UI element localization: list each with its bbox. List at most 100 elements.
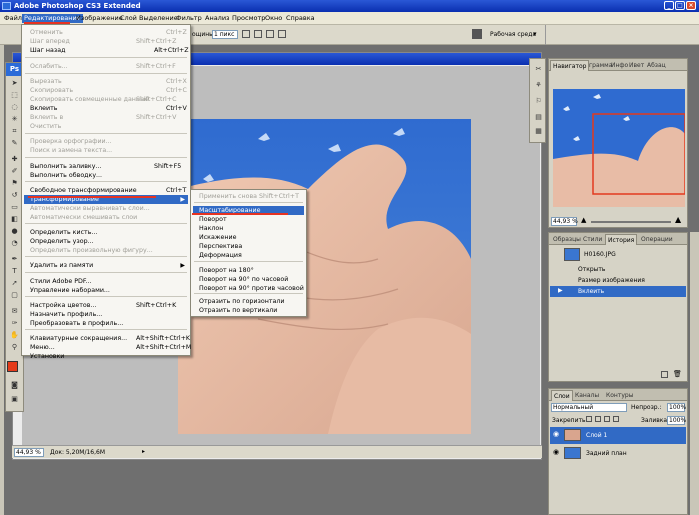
brush-size-field[interactable]: 1 пикс bbox=[212, 30, 238, 39]
lock-transparency-icon[interactable] bbox=[586, 416, 592, 422]
edit-menu-item[interactable]: Настройка цветов... Shift+Ctrl+K bbox=[24, 301, 188, 310]
eye-icon[interactable]: ◉ bbox=[553, 449, 560, 456]
edit-menu-item[interactable]: Назначить профиль... bbox=[24, 310, 188, 319]
notes-tool-icon[interactable]: ✉ bbox=[9, 307, 20, 316]
transform-menu-item[interactable]: Отразить по вертикали bbox=[193, 306, 304, 315]
lock-pixels-icon[interactable] bbox=[595, 416, 601, 422]
edit-menu-item[interactable]: Удалить из памяти ▶ bbox=[24, 261, 188, 270]
tab-layers[interactable]: Слои bbox=[551, 390, 573, 401]
menu-file[interactable]: Файл bbox=[2, 14, 24, 23]
distribute-icon[interactable] bbox=[278, 30, 286, 38]
tab-channels[interactable]: Каналы bbox=[573, 390, 601, 401]
pen-tool-icon[interactable]: ✒ bbox=[9, 255, 20, 264]
dodge-tool-icon[interactable]: ◔ bbox=[9, 239, 20, 248]
path-selection-tool-icon[interactable]: ➚ bbox=[9, 279, 20, 288]
tab-styles[interactable]: Стили bbox=[581, 234, 604, 245]
eraser-tool-icon[interactable]: ▭ bbox=[9, 203, 20, 212]
edit-menu-item[interactable]: Определить кисть... bbox=[24, 228, 188, 237]
navigator-preview[interactable] bbox=[553, 89, 685, 207]
menu-help[interactable]: Справка bbox=[284, 14, 317, 23]
panel-scrollbar[interactable] bbox=[690, 232, 699, 515]
edit-menu-item[interactable]: Определить узор... bbox=[24, 237, 188, 246]
transform-menu-item[interactable]: Поворот bbox=[193, 215, 304, 224]
workspace-icon[interactable] bbox=[472, 29, 482, 39]
edit-menu-item[interactable]: Меню... Alt+Shift+Ctrl+M bbox=[24, 343, 191, 352]
actions-panel-icon[interactable]: ▦ bbox=[533, 127, 544, 136]
zoom-field[interactable]: 44,93 % bbox=[14, 448, 44, 457]
healing-brush-tool-icon[interactable]: ✚ bbox=[9, 155, 20, 164]
shape-tool-icon[interactable]: ▢ bbox=[9, 291, 20, 300]
tab-actions[interactable]: Операции bbox=[639, 234, 675, 245]
edit-menu-item[interactable]: Выполнить обводку... bbox=[24, 171, 188, 180]
edit-menu-item[interactable]: Клавиатурные сокращения... Alt+Shift+Ctrl… bbox=[24, 334, 190, 343]
brushes-panel-icon[interactable]: ✂ bbox=[533, 65, 544, 74]
history-snapshot[interactable]: H0160.JPG bbox=[550, 247, 686, 263]
edit-menu-item[interactable]: Установки bbox=[24, 352, 188, 361]
transform-menu-item[interactable]: Поворот на 90° против часовой bbox=[193, 284, 304, 293]
menu-layer[interactable]: Слой bbox=[118, 14, 139, 23]
transform-menu-item[interactable]: Перспектива bbox=[193, 242, 304, 251]
quick-mask-icon[interactable]: ◙ bbox=[9, 381, 20, 390]
blend-mode-select[interactable]: Нормальный bbox=[551, 403, 627, 412]
opacity-field[interactable]: 100% bbox=[667, 403, 686, 412]
transform-menu-item[interactable]: Деформация bbox=[193, 251, 304, 260]
layer-comps-panel-icon[interactable]: ▤ bbox=[533, 113, 544, 122]
magic-wand-tool-icon[interactable]: ✳ bbox=[9, 115, 20, 124]
transform-menu-item[interactable]: Отразить по горизонтали bbox=[193, 297, 304, 306]
screen-mode-icon[interactable]: ▣ bbox=[9, 395, 20, 404]
new-snapshot-icon[interactable] bbox=[661, 371, 668, 378]
clone-source-panel-icon[interactable]: ⚘ bbox=[533, 81, 544, 90]
history-brush-tool-icon[interactable]: ↺ bbox=[9, 191, 20, 200]
sample-icon[interactable] bbox=[242, 30, 250, 38]
edit-menu-item[interactable]: Шаг назад Alt+Ctrl+Z bbox=[24, 46, 189, 55]
close-icon[interactable]: × bbox=[686, 1, 696, 10]
zoom-out-icon[interactable]: ▲ bbox=[581, 216, 586, 224]
transform-menu-item[interactable]: Поворот на 180° bbox=[193, 266, 304, 275]
type-tool-icon[interactable]: T bbox=[9, 267, 20, 276]
lock-position-icon[interactable] bbox=[604, 416, 610, 422]
clone-stamp-tool-icon[interactable]: ⚑ bbox=[9, 179, 20, 188]
hand-tool-icon[interactable]: ✋ bbox=[9, 331, 20, 340]
menu-filter[interactable]: Фильтр bbox=[174, 14, 204, 23]
foreground-color-swatch[interactable] bbox=[7, 361, 18, 372]
eyedropper-tool-icon[interactable]: ✑ bbox=[9, 319, 20, 328]
tool-presets-panel-icon[interactable]: ⚐ bbox=[533, 97, 544, 106]
tab-swatches[interactable]: Образцы bbox=[551, 234, 583, 245]
menu-view[interactable]: Просмотр bbox=[230, 14, 267, 23]
edit-menu-item[interactable]: Выполнить заливку... Shift+F5 bbox=[24, 162, 188, 171]
zoom-tool-icon[interactable]: ⚲ bbox=[9, 343, 20, 352]
history-step[interactable]: Размер изображения bbox=[550, 275, 686, 286]
fill-field[interactable]: 100% bbox=[667, 416, 686, 425]
align-icon[interactable] bbox=[266, 30, 274, 38]
history-step[interactable]: Открыть bbox=[550, 264, 686, 275]
layer-row[interactable]: ◉ Слой 1 bbox=[550, 427, 686, 444]
sample-all-icon[interactable] bbox=[254, 30, 262, 38]
status-arrow-icon[interactable]: ▸ bbox=[142, 448, 145, 455]
transform-menu-item[interactable]: Поворот на 90° по часовой bbox=[193, 275, 304, 284]
edit-menu-item[interactable]: Управление наборами... bbox=[24, 286, 188, 295]
edit-menu-item[interactable]: Вклеить Ctrl+V bbox=[24, 104, 188, 113]
marquee-tool-icon[interactable]: ⬚ bbox=[9, 91, 20, 100]
chevron-down-icon[interactable]: ▾ bbox=[533, 30, 537, 38]
maximize-icon[interactable]: □ bbox=[675, 1, 685, 10]
transform-menu-item[interactable]: Искажение bbox=[193, 233, 304, 242]
zoom-in-icon[interactable]: ▲ bbox=[675, 215, 681, 224]
tab-paths[interactable]: Контуры bbox=[604, 390, 635, 401]
tab-history[interactable]: История bbox=[605, 234, 638, 245]
minimize-icon[interactable]: _ bbox=[664, 1, 674, 10]
lasso-tool-icon[interactable]: ◌ bbox=[9, 103, 20, 112]
layer-row[interactable]: ◉ Задний план bbox=[550, 445, 686, 462]
edit-menu-item[interactable]: Преобразовать в профиль... bbox=[24, 319, 188, 328]
zoom-slider[interactable] bbox=[591, 221, 671, 223]
move-tool-icon[interactable]: ➤ bbox=[9, 79, 20, 88]
menu-window[interactable]: Окно bbox=[263, 14, 284, 23]
gradient-tool-icon[interactable]: ◧ bbox=[9, 215, 20, 224]
tab-color[interactable]: Ивет bbox=[627, 60, 646, 71]
workspace-label[interactable]: Рабочая среда bbox=[490, 31, 536, 38]
menu-analysis[interactable]: Анализ bbox=[203, 14, 232, 23]
trash-icon[interactable]: 🗑 bbox=[673, 371, 682, 378]
tab-paragraph[interactable]: Абзац bbox=[645, 60, 668, 71]
lock-all-icon[interactable] bbox=[613, 416, 619, 422]
edit-menu-item[interactable]: Стили Adobe PDF... bbox=[24, 277, 188, 286]
edit-menu-item[interactable]: Свободное трансформирование Ctrl+T bbox=[24, 186, 188, 195]
